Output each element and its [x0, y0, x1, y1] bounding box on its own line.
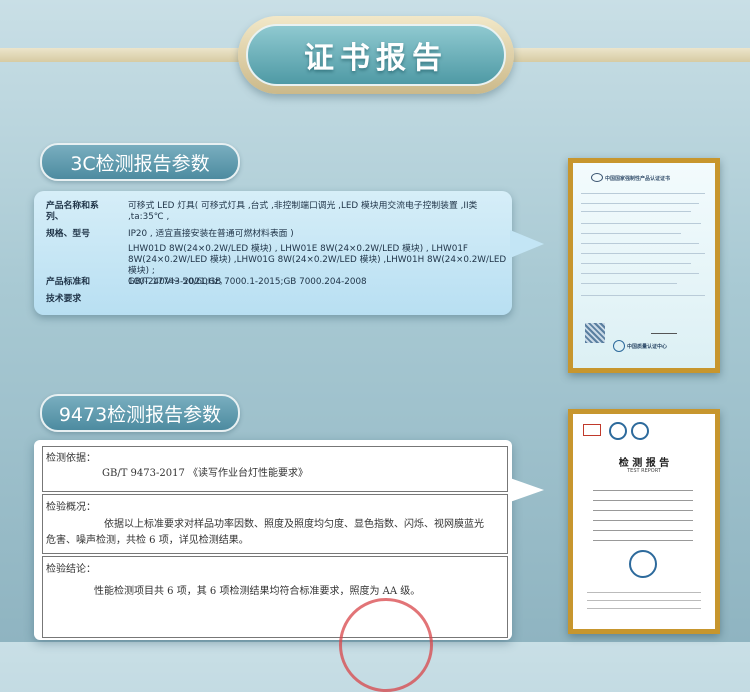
report-title: 检 测 报 告	[618, 458, 670, 469]
standard-label: 产品标准和 技术要求	[46, 277, 90, 304]
cert1-line	[581, 253, 705, 254]
cert1-footer: 中国质量认证中心	[627, 344, 668, 350]
section-3c-title: 3C检测报告参数	[40, 143, 240, 181]
ccc-logo-icon	[591, 173, 603, 182]
cert1-line	[581, 263, 691, 264]
cert1-line	[581, 211, 691, 212]
3c-params-card: 产品名称和系列、 规格、型号 可移式 LED 灯具( 可移式灯具 ,台式 ,非控…	[34, 191, 512, 315]
overview-line1: 依据以上标准要求对样品功率因数、照度及照度均匀度、显色指数、闪烁、视网膜蓝光	[104, 519, 484, 530]
report-line	[593, 490, 693, 491]
cert1-line	[581, 193, 705, 194]
signature-image	[651, 323, 677, 334]
report-subtitle: TEST REPORT	[627, 468, 661, 474]
red-seal-stamp	[339, 598, 433, 692]
cert1-line	[581, 243, 699, 244]
cert1-line	[581, 273, 699, 274]
3c-certificate-image: 中国国家强制性产品认证证书 中国质量认证中心	[568, 158, 720, 373]
conclusion-value: 性能检测项目共 6 项，其 6 项检测结果均符合标准要求，照度为 AA 级。	[94, 586, 421, 597]
product-label: 产品名称和系列、 规格、型号	[46, 201, 99, 239]
report-line	[593, 510, 693, 511]
cert1-line	[581, 223, 701, 224]
cert1-line	[581, 203, 699, 204]
ilac-logo-icon	[631, 422, 649, 440]
ma-logo-icon	[583, 424, 601, 436]
qr-code-icon	[585, 323, 605, 343]
report-line	[587, 592, 701, 593]
overview-label: 检验概况：	[46, 502, 96, 513]
cnas-logo-icon	[609, 422, 627, 440]
test-report-image: 检 测 报 告 TEST REPORT	[568, 409, 720, 634]
callout-pointer	[510, 230, 544, 258]
report-line	[593, 540, 693, 541]
lab-logo-icon	[629, 550, 657, 578]
report-line	[593, 530, 693, 531]
page-title: 证书报告	[304, 41, 448, 76]
conclusion-label: 检验结论：	[46, 564, 96, 575]
page-title-badge: 证书报告	[238, 16, 514, 94]
cert1-line	[581, 295, 705, 296]
section-9473-title: 9473检测报告参数	[40, 394, 240, 432]
report-line	[587, 600, 701, 601]
standard-value: GB/T 17743-2021;GB 7000.1-2015;GB 7000.2…	[128, 277, 367, 287]
cert1-header: 中国国家强制性产品认证证书	[605, 176, 671, 182]
basis-label: 检测依据：	[46, 453, 96, 464]
overview-line2: 危害、噪声检测，共检 6 项，详见检测结果。	[46, 535, 249, 546]
cqc-logo-icon	[613, 340, 625, 352]
basis-value: GB/T 9473-2017 《读写作业台灯性能要求》	[102, 468, 309, 479]
conclusion-box	[42, 556, 508, 638]
report-line	[593, 520, 693, 521]
report-line	[587, 608, 701, 609]
9473-params-card: 检测依据： GB/T 9473-2017 《读写作业台灯性能要求》 检验概况： …	[34, 440, 512, 692]
report-line	[593, 500, 693, 501]
cert1-line	[581, 283, 677, 284]
cert1-line	[581, 233, 681, 234]
callout-pointer	[510, 478, 544, 502]
product-value: 可移式 LED 灯具( 可移式灯具 ,台式 ,非控制端口调光 ,LED 模块用交…	[128, 201, 507, 287]
